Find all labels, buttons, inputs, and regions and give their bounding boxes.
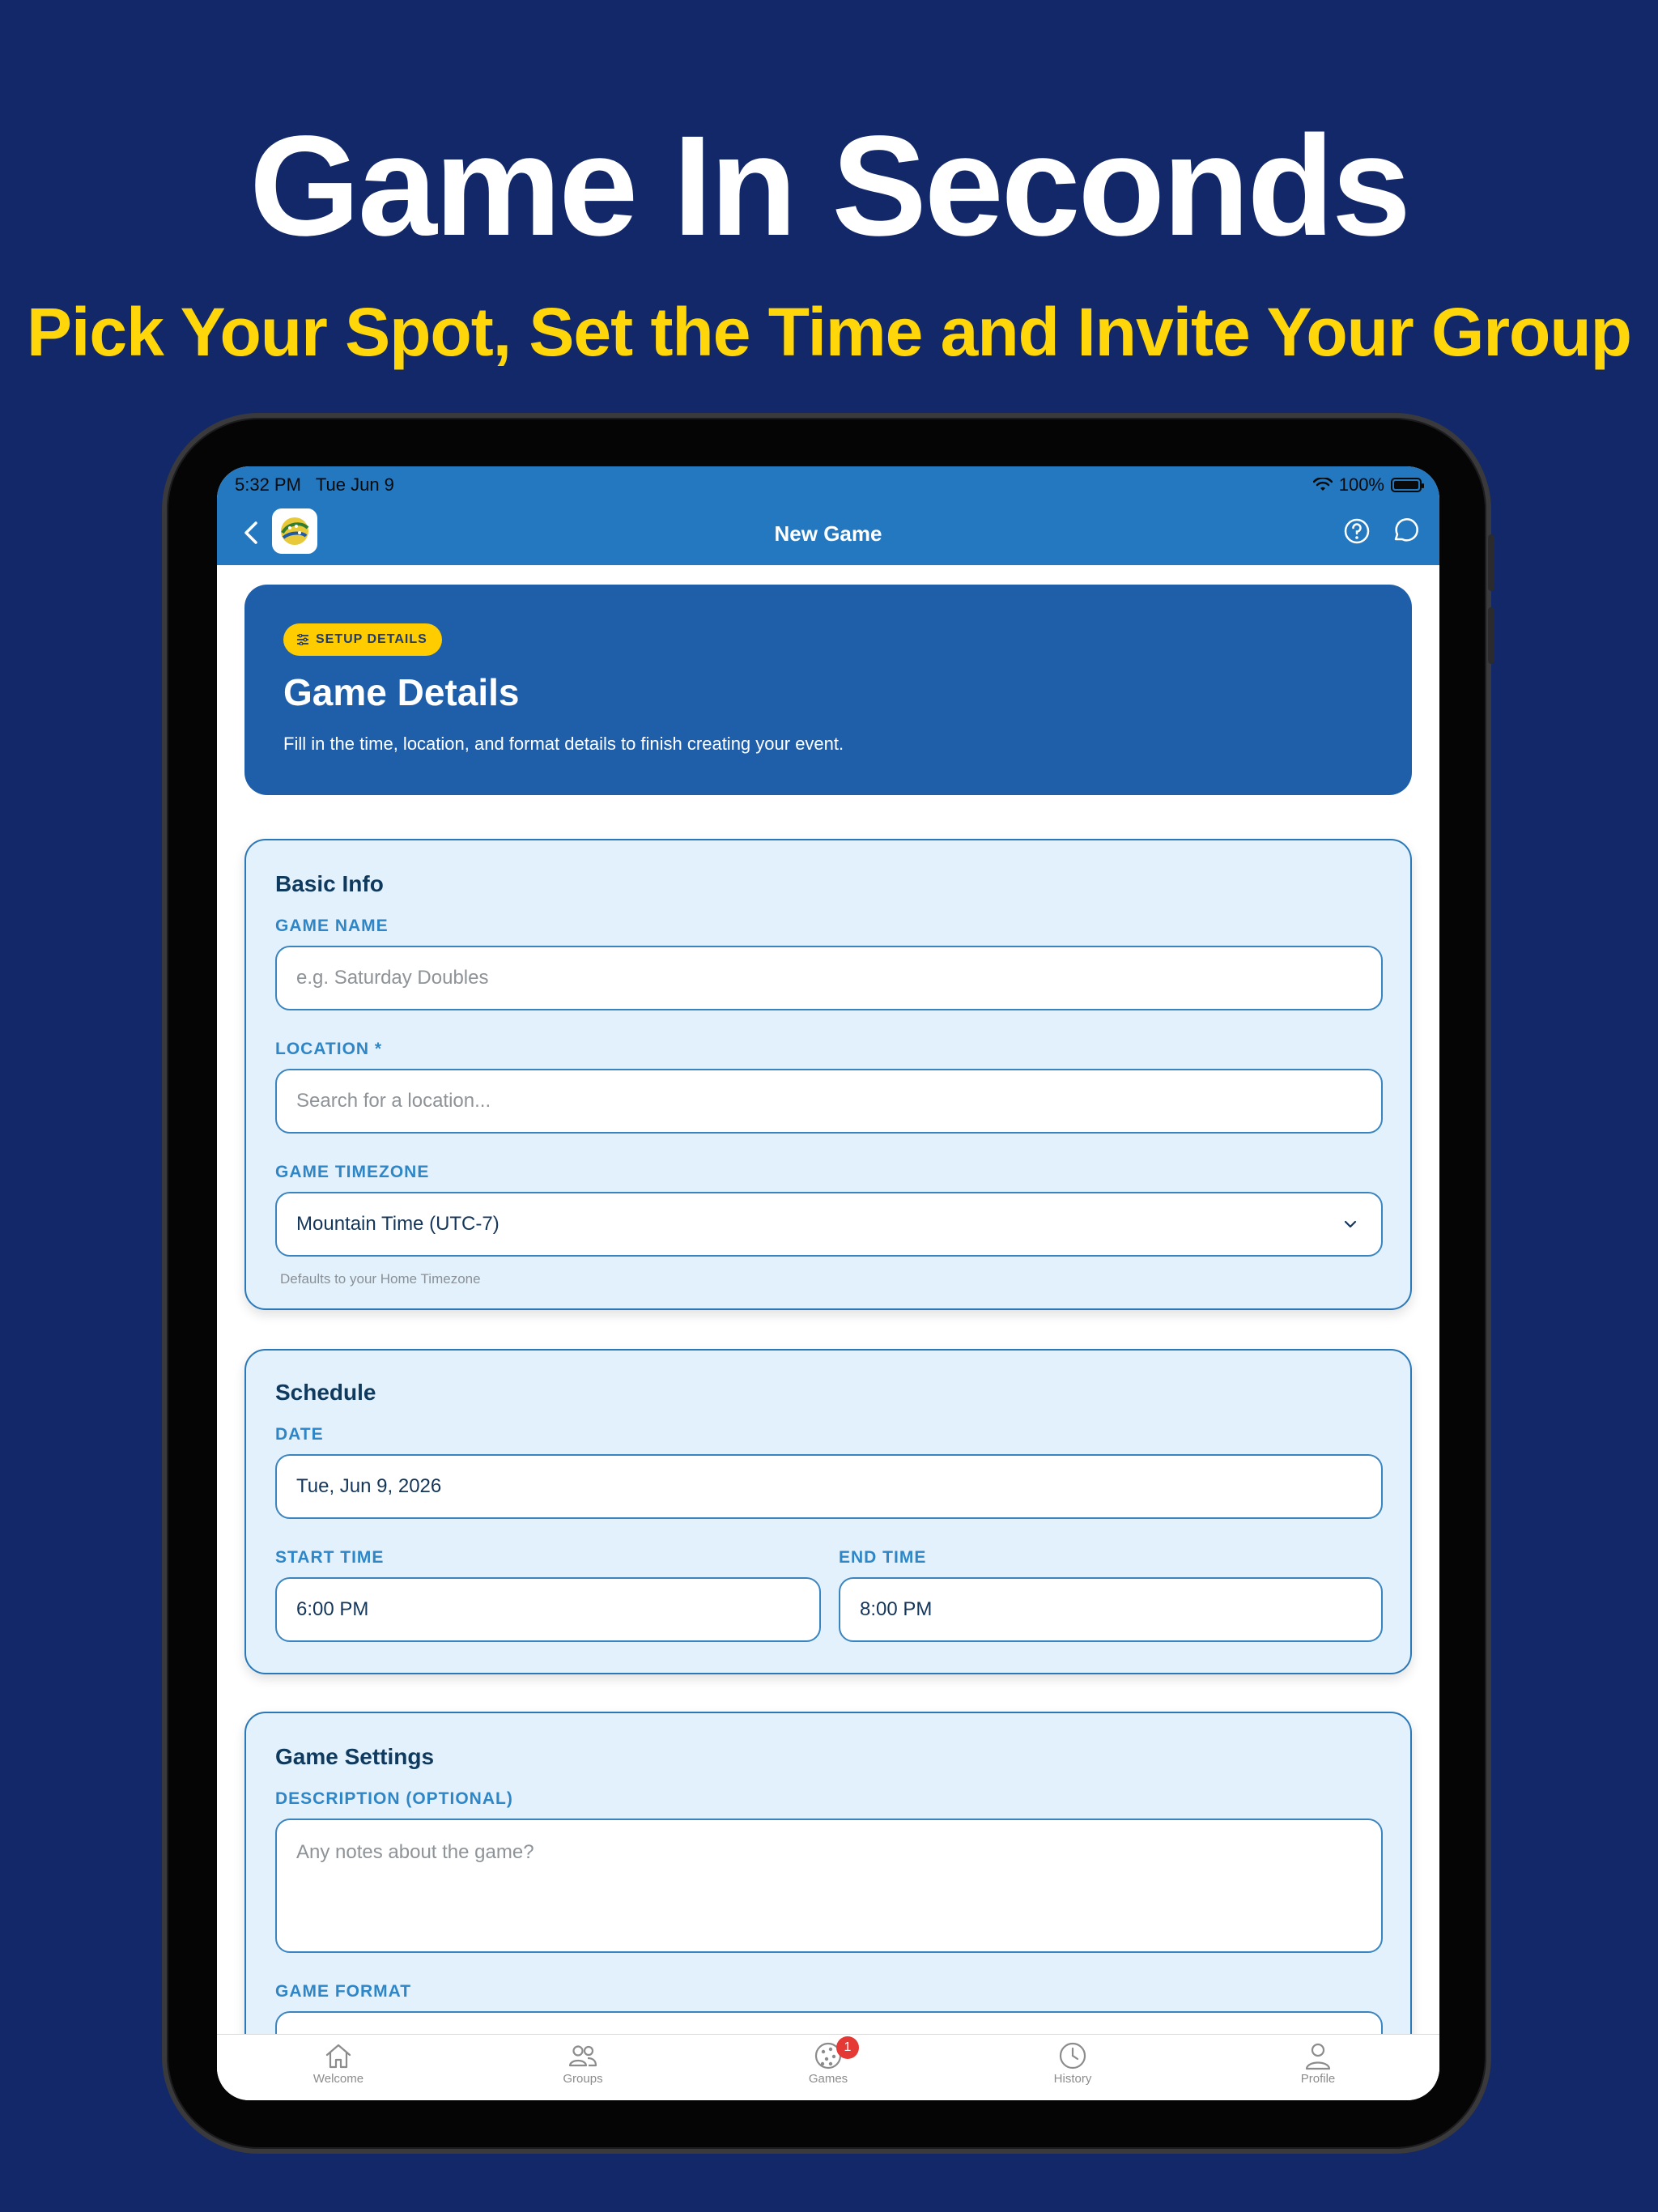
banner-title: Game Details [283,671,520,713]
location-placeholder: Search for a location... [296,1090,491,1112]
person-icon [1305,2043,1331,2070]
description-label: DESCRIPTION (OPTIONAL) [275,1789,513,1808]
game-format-label: GAME FORMAT [275,1982,412,2001]
start-time-value: 6:00 PM [296,1598,369,1620]
description-textarea[interactable]: Any notes about the game? [275,1819,1383,1953]
tab-bar: Welcome Groups 1 Games History Profile [217,2034,1439,2100]
battery-icon [1391,478,1424,492]
status-clock: 5:32 PM [235,474,301,495]
clock-icon [1059,2042,1086,2069]
end-time-value: 8:00 PM [860,1598,933,1620]
basic-info-card: Basic Info GAME NAME e.g. Saturday Doubl… [244,839,1412,1310]
battery-percent: 100% [1338,474,1384,495]
start-time-label: START TIME [275,1548,385,1567]
banner-subtitle: Fill in the time, location, and format d… [283,734,844,754]
tab-games-label: Games [808,2072,848,2086]
game-details-banner: SETUP DETAILS Game Details Fill in the t… [244,585,1412,795]
tab-profile-label: Profile [1300,2072,1336,2086]
app-screen: 5:32 PM Tue Jun 9 100% New Game SETUP DE… [217,466,1439,2100]
game-format-select[interactable] [275,2011,1383,2034]
tab-welcome-label: Welcome [312,2072,364,2086]
end-time-label: END TIME [839,1548,927,1567]
schedule-title: Schedule [275,1380,376,1405]
date-value: Tue, Jun 9, 2026 [296,1475,442,1497]
tab-groups-label: Groups [563,2072,603,2086]
home-icon [325,2044,351,2069]
volume-button-up [1488,534,1494,591]
hero-title: Game In Seconds [249,107,1411,266]
location-search-input[interactable]: Search for a location... [275,1069,1383,1134]
tab-history-label: History [1053,2072,1092,2086]
status-indicators: 100% [1312,474,1424,496]
timezone-select[interactable]: Mountain Time (UTC-7) [275,1192,1383,1257]
tab-profile[interactable]: Profile [1253,2041,1383,2086]
description-placeholder: Any notes about the game? [296,1841,534,1863]
game-settings-card: Game Settings DESCRIPTION (OPTIONAL) Any… [244,1712,1412,2034]
end-time-picker[interactable]: 8:00 PM [839,1577,1383,1642]
chat-icon[interactable] [1389,515,1422,547]
game-settings-title: Game Settings [275,1744,435,1769]
help-icon[interactable] [1342,517,1371,546]
tab-games[interactable]: 1 Games [763,2036,893,2086]
game-name-placeholder: e.g. Saturday Doubles [296,967,489,989]
setup-details-pill: SETUP DETAILS [283,623,442,656]
nav-title: New Game [774,521,882,546]
game-name-input[interactable]: e.g. Saturday Doubles [275,946,1383,1010]
setup-details-label: SETUP DETAILS [316,632,427,646]
schedule-card: Schedule DATE Tue, Jun 9, 2026 START TIM… [244,1349,1412,1674]
navigation-bar: 5:32 PM Tue Jun 9 100% New Game [217,466,1439,565]
location-label: LOCATION * [275,1040,383,1058]
tab-groups[interactable]: Groups [518,2041,648,2086]
form-scroll-area[interactable]: SETUP DETAILS Game Details Fill in the t… [217,565,1439,2034]
date-label: DATE [275,1425,324,1444]
groups-icon [568,2045,597,2067]
start-time-picker[interactable]: 6:00 PM [275,1577,821,1642]
sliders-icon [297,634,308,645]
timezone-value: Mountain Time (UTC-7) [296,1213,500,1235]
hero-subtitle: Pick Your Spot, Set the Time and Invite … [27,294,1632,370]
basic-info-title: Basic Info [275,871,384,896]
timezone-label: GAME TIMEZONE [275,1163,430,1181]
chevron-down-icon [1344,1220,1357,1228]
date-picker[interactable]: Tue, Jun 9, 2026 [275,1454,1383,1519]
wifi-icon [1312,478,1333,491]
volume-button-down [1488,607,1494,664]
timezone-hint: Defaults to your Home Timezone [280,1271,481,1287]
game-name-label: GAME NAME [275,917,389,935]
tab-welcome[interactable]: Welcome [274,2041,403,2086]
tab-history[interactable]: History [1008,2041,1137,2086]
games-badge: 1 [836,2036,859,2059]
status-time: 5:32 PM Tue Jun 9 [235,474,394,496]
status-date: Tue Jun 9 [315,474,394,495]
